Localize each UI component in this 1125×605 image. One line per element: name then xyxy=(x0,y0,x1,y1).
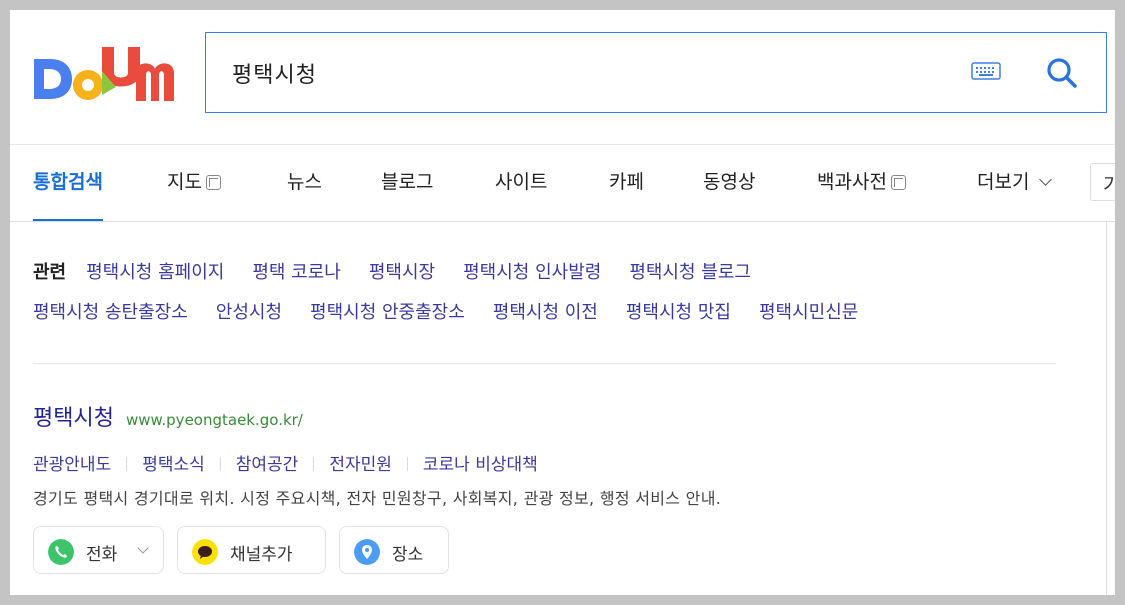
tab-more-partial-box[interactable]: 기 xyxy=(1090,163,1115,201)
related-link[interactable]: 평택시청 맛집 xyxy=(626,302,731,323)
sublink[interactable]: 코로나 비상대책 xyxy=(423,455,538,475)
result-url-link[interactable]: www.pyeongtaek.go.kr/ xyxy=(126,411,303,429)
result-header: 평택시청 www.pyeongtaek.go.kr/ xyxy=(33,400,1083,432)
phone-button[interactable]: 전화 xyxy=(33,526,164,574)
tab-label: 백과사전 xyxy=(817,171,887,193)
related-link[interactable]: 평택시민신문 xyxy=(759,302,858,323)
browser-frame: 평택시청 통합검색 지도 뉴스 블로그 사이트 카페 동영상 백과사전 더보기 … xyxy=(10,10,1115,595)
add-channel-button[interactable]: 채널추가 xyxy=(177,526,326,574)
tab-label: 사이트 xyxy=(495,171,548,193)
tab-label: 뉴스 xyxy=(287,171,322,193)
result-description: 경기도 평택시 경기대로 위치. 시정 주요시책, 전자 민원창구, 사회복지,… xyxy=(33,489,722,508)
map-pin-icon xyxy=(354,539,380,565)
result-title-link[interactable]: 평택시청 xyxy=(33,406,114,431)
daum-logo-mark xyxy=(34,47,174,101)
tab-blog[interactable]: 블로그 xyxy=(381,145,433,221)
tab-label: 더보기 xyxy=(977,171,1030,193)
sublink-separator xyxy=(313,457,315,471)
sublink-separator xyxy=(219,457,221,471)
search-tabs: 통합검색 지도 뉴스 블로그 사이트 카페 동영상 백과사전 더보기 기 xyxy=(10,145,1115,222)
related-line-1: 관련 평택시청 홈페이지 평택 코로나 평택시장 평택시청 인사발령 평택시청 블로그 xyxy=(33,258,1063,298)
search-result: 평택시청 www.pyeongtaek.go.kr/ 관광안내도 평택소식 참여공간 전… xyxy=(33,400,1083,574)
tab-video[interactable]: 동영상 xyxy=(703,145,755,221)
tab-integrated-search[interactable]: 통합검색 xyxy=(33,145,103,222)
tab-news[interactable]: 뉴스 xyxy=(287,145,322,221)
tab-more[interactable]: 더보기 xyxy=(977,145,1053,221)
sublink[interactable]: 평택소식 xyxy=(142,455,205,475)
related-link[interactable]: 평택시청 안중출장소 xyxy=(310,302,465,323)
related-link[interactable]: 안성시청 xyxy=(216,302,282,323)
tabs-divider xyxy=(10,221,1115,222)
search-box[interactable]: 평택시청 xyxy=(205,32,1107,113)
sublink[interactable]: 전자민원 xyxy=(329,455,392,475)
related-link[interactable]: 평택시청 홈페이지 xyxy=(86,262,224,283)
chevron-down-icon xyxy=(1039,173,1053,186)
add-channel-label: 채널추가 xyxy=(230,545,293,565)
related-link[interactable]: 평택시청 송탄출장소 xyxy=(33,302,188,323)
tab-map[interactable]: 지도 xyxy=(167,145,221,221)
search-input[interactable]: 평택시청 xyxy=(232,57,317,89)
daum-logo[interactable] xyxy=(32,43,174,103)
tab-cafe[interactable]: 카페 xyxy=(609,145,644,221)
tab-encyclopedia[interactable]: 백과사전 xyxy=(817,145,906,221)
sublink-separator xyxy=(126,457,128,471)
sublink[interactable]: 참여공간 xyxy=(236,455,299,475)
tab-site[interactable]: 사이트 xyxy=(495,145,547,221)
place-button[interactable]: 장소 xyxy=(339,526,449,574)
search-icon[interactable] xyxy=(1046,57,1078,89)
tab-label: 블로그 xyxy=(381,171,434,193)
tab-more-partial-label: 기 xyxy=(1103,174,1115,196)
phone-button-label: 전화 xyxy=(86,545,118,565)
related-link[interactable]: 평택시장 xyxy=(369,262,435,283)
related-link[interactable]: 평택시청 블로그 xyxy=(629,262,751,283)
related-divider xyxy=(33,363,1056,364)
related-link[interactable]: 평택시청 인사발령 xyxy=(463,262,601,283)
chevron-down-icon xyxy=(137,542,149,554)
phone-icon xyxy=(48,539,74,565)
external-link-icon xyxy=(205,175,221,190)
sublink-separator xyxy=(406,457,408,471)
related-line-2: 평택시청 송탄출장소 안성시청 평택시청 안중출장소 평택시청 이전 평택시청 맛집 평택… xyxy=(33,298,1063,338)
sublink[interactable]: 관광안내도 xyxy=(33,455,111,475)
tab-label: 동영상 xyxy=(703,171,756,193)
tab-label: 지도 xyxy=(167,171,202,193)
tab-label: 통합검색 xyxy=(33,171,103,193)
result-sublinks: 관광안내도 평택소식 참여공간 전자민원 코로나 비상대책 xyxy=(33,450,1083,475)
tab-label: 카페 xyxy=(609,171,644,193)
content-right-rule xyxy=(1106,222,1107,595)
related-link[interactable]: 평택 코로나 xyxy=(252,262,341,283)
keyboard-icon[interactable] xyxy=(971,61,1001,81)
related-link[interactable]: 평택시청 이전 xyxy=(493,302,598,323)
external-link-icon xyxy=(890,175,906,190)
kakao-channel-icon xyxy=(192,539,218,565)
place-button-label: 장소 xyxy=(392,545,424,565)
related-label: 관련 xyxy=(33,262,67,283)
related-searches: 관련 평택시청 홈페이지 평택 코로나 평택시장 평택시청 인사발령 평택시청 블로그 평… xyxy=(33,258,1063,338)
